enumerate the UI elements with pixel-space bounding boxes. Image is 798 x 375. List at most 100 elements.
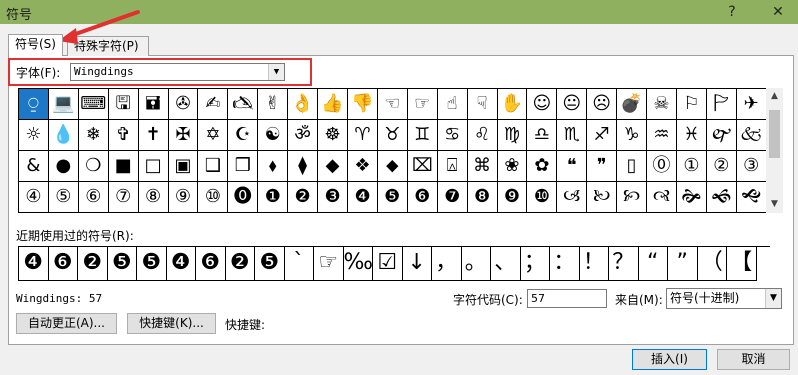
symbol-cell[interactable]: ♑ <box>617 120 648 151</box>
symbol-cell[interactable]: ☞ <box>407 89 438 120</box>
symbol-cell[interactable]: 🙢 <box>557 182 588 213</box>
symbol-cell[interactable]: ❾ <box>497 182 528 213</box>
insert-button[interactable]: 插入(I) <box>632 349 707 370</box>
recent-symbol-cell[interactable]: ！ <box>579 247 609 281</box>
recent-symbol-cell[interactable]: ` <box>284 247 314 281</box>
symbol-cell[interactable]: ❀ <box>497 151 528 182</box>
symbol-cell[interactable]: 🙝 <box>736 182 767 213</box>
symbol-cell[interactable]: ♍ <box>497 120 528 151</box>
symbol-cell[interactable]: ❹ <box>347 182 378 213</box>
recent-symbol-cell[interactable]: ❻ <box>196 247 226 281</box>
recent-symbol-cell[interactable]: ， <box>432 247 462 281</box>
symbol-cell[interactable]: ✝ <box>138 120 169 151</box>
symbol-cell[interactable]: ⚐ <box>676 89 707 120</box>
recent-symbol-cell[interactable]: ” <box>668 247 698 281</box>
symbol-cell[interactable]: 🙵 <box>736 120 767 151</box>
recent-symbol-cell[interactable]: ☑ <box>373 247 403 281</box>
symbol-cell[interactable]: 👌 <box>288 89 319 120</box>
symbol-cell[interactable]: 💧 <box>48 120 79 151</box>
symbol-cell[interactable]: 🖬 <box>138 89 169 120</box>
symbol-cell[interactable]: 💣 <box>617 89 648 120</box>
symbol-cell[interactable]: 🙜 <box>706 182 737 213</box>
symbol-cell[interactable]: ✠ <box>168 120 199 151</box>
symbol-cell[interactable]: ❽ <box>467 182 498 213</box>
symbol-cell[interactable]: ❑ <box>198 151 229 182</box>
cancel-button[interactable]: 取消 <box>717 349 790 370</box>
symbol-cell[interactable]: ♊ <box>407 120 438 151</box>
symbol-cell[interactable]: 👍 <box>318 89 348 120</box>
recent-symbol-cell[interactable]: ‰ <box>343 247 373 281</box>
recent-symbol-cell[interactable]: ？ <box>609 247 639 281</box>
symbol-cell[interactable]: ③ <box>736 151 767 182</box>
symbol-cell[interactable]: ☯ <box>258 120 289 151</box>
symbol-cell[interactable]: ♐ <box>587 120 618 151</box>
symbol-cell[interactable]: & <box>19 151 49 182</box>
symbol-cell[interactable]: ✡ <box>198 120 229 151</box>
symbol-cell[interactable]: 👎 <box>347 89 378 120</box>
symbol-cell[interactable]: ❸ <box>318 182 348 213</box>
symbol-cell[interactable]: ⌨ <box>78 89 109 120</box>
symbol-cell[interactable]: ✈ <box>736 89 767 120</box>
symbol-cell[interactable]: ⬥ <box>377 151 408 182</box>
recent-symbol-cell[interactable]: 。 <box>461 247 491 281</box>
symbol-cell[interactable]: 🖎 <box>228 89 259 120</box>
symbol-cell[interactable]: ❝ <box>557 151 588 182</box>
symbol-cell[interactable]: ♋ <box>437 120 468 151</box>
symbol-cell[interactable]: 😐 <box>557 89 588 120</box>
recent-symbol-cell[interactable]: ❻ <box>48 247 78 281</box>
recent-symbol-cell[interactable]: ❺ <box>255 247 285 281</box>
symbol-grid-scrollbar[interactable]: ▲ ▼ <box>766 88 783 213</box>
autocorrect-button[interactable]: 自动更正(A)... <box>16 313 117 334</box>
from-dropdown[interactable]: 符号(十进制) ▼ <box>666 288 782 309</box>
symbol-cell[interactable]: ❖ <box>347 151 378 182</box>
symbol-cell[interactable]: ② <box>706 151 737 182</box>
symbol-cell[interactable]: ♏ <box>557 120 588 151</box>
recent-symbol-cell[interactable]: ❷ <box>225 247 255 281</box>
symbol-cell[interactable]: 🙞 <box>676 182 707 213</box>
symbol-cell[interactable]: 🙰 <box>706 120 737 151</box>
symbol-cell[interactable]: ☺ <box>527 89 558 120</box>
symbol-cell[interactable]: ♓ <box>676 120 707 151</box>
symbol-cell[interactable]: ♒ <box>647 120 677 151</box>
symbol-cell[interactable]: ⍜ <box>19 89 49 120</box>
symbol-cell[interactable]: ⑤ <box>48 182 79 213</box>
symbol-cell[interactable]: ☪ <box>228 120 259 151</box>
char-code-input[interactable]: 57 <box>527 289 607 308</box>
symbol-cell[interactable]: ⓪ <box>647 151 677 182</box>
symbol-cell[interactable]: ☼ <box>19 120 49 151</box>
recent-symbol-cell[interactable]: ❹ <box>19 247 49 281</box>
symbol-cell[interactable]: ♉ <box>377 120 408 151</box>
symbol-cell[interactable]: ॐ <box>288 120 319 151</box>
recent-symbol-cell[interactable]: ： <box>550 247 580 281</box>
symbol-cell[interactable]: ④ <box>19 182 49 213</box>
symbol-cell[interactable]: ▣ <box>168 151 199 182</box>
symbol-cell[interactable]: ■ <box>108 151 139 182</box>
symbol-cell[interactable]: ⬧ <box>258 151 289 182</box>
scroll-thumb[interactable] <box>769 110 780 158</box>
recent-symbol-cell[interactable]: ❷ <box>78 247 108 281</box>
symbol-cell[interactable]: ⑨ <box>168 182 199 213</box>
symbol-cell[interactable]: ♈ <box>347 120 378 151</box>
tab-symbols[interactable]: 符号(S) <box>8 34 63 56</box>
shortcut-key-button[interactable]: 快捷键(K)... <box>127 313 216 334</box>
recent-symbol-cell[interactable]: ； <box>520 247 550 281</box>
symbol-cell[interactable]: ☜ <box>377 89 408 120</box>
scroll-up-icon[interactable]: ▲ <box>766 88 783 105</box>
symbol-cell[interactable]: ⓿ <box>228 182 259 213</box>
symbol-cell[interactable]: 🙡 <box>617 182 648 213</box>
close-button[interactable]: ✕ <box>764 1 792 23</box>
symbol-cell[interactable]: ⑥ <box>78 182 109 213</box>
symbol-cell[interactable]: ☹ <box>587 89 618 120</box>
symbol-cell[interactable]: ● <box>48 151 79 182</box>
symbol-cell[interactable]: ▯ <box>617 151 648 182</box>
recent-symbol-cell[interactable]: 【 <box>727 247 757 281</box>
symbol-cell[interactable]: ✍ <box>198 89 229 120</box>
symbol-cell[interactable]: ☠ <box>647 89 677 120</box>
recent-symbol-cell[interactable]: ❺ <box>137 247 167 281</box>
symbol-cell[interactable]: ⑦ <box>108 182 139 213</box>
symbol-cell[interactable]: ❼ <box>437 182 468 213</box>
symbol-cell[interactable]: ❄ <box>78 120 109 151</box>
symbol-cell[interactable]: ⧫ <box>288 151 319 182</box>
symbol-cell[interactable]: 🏱 <box>706 89 737 120</box>
symbol-cell[interactable]: 🙠 <box>587 182 618 213</box>
